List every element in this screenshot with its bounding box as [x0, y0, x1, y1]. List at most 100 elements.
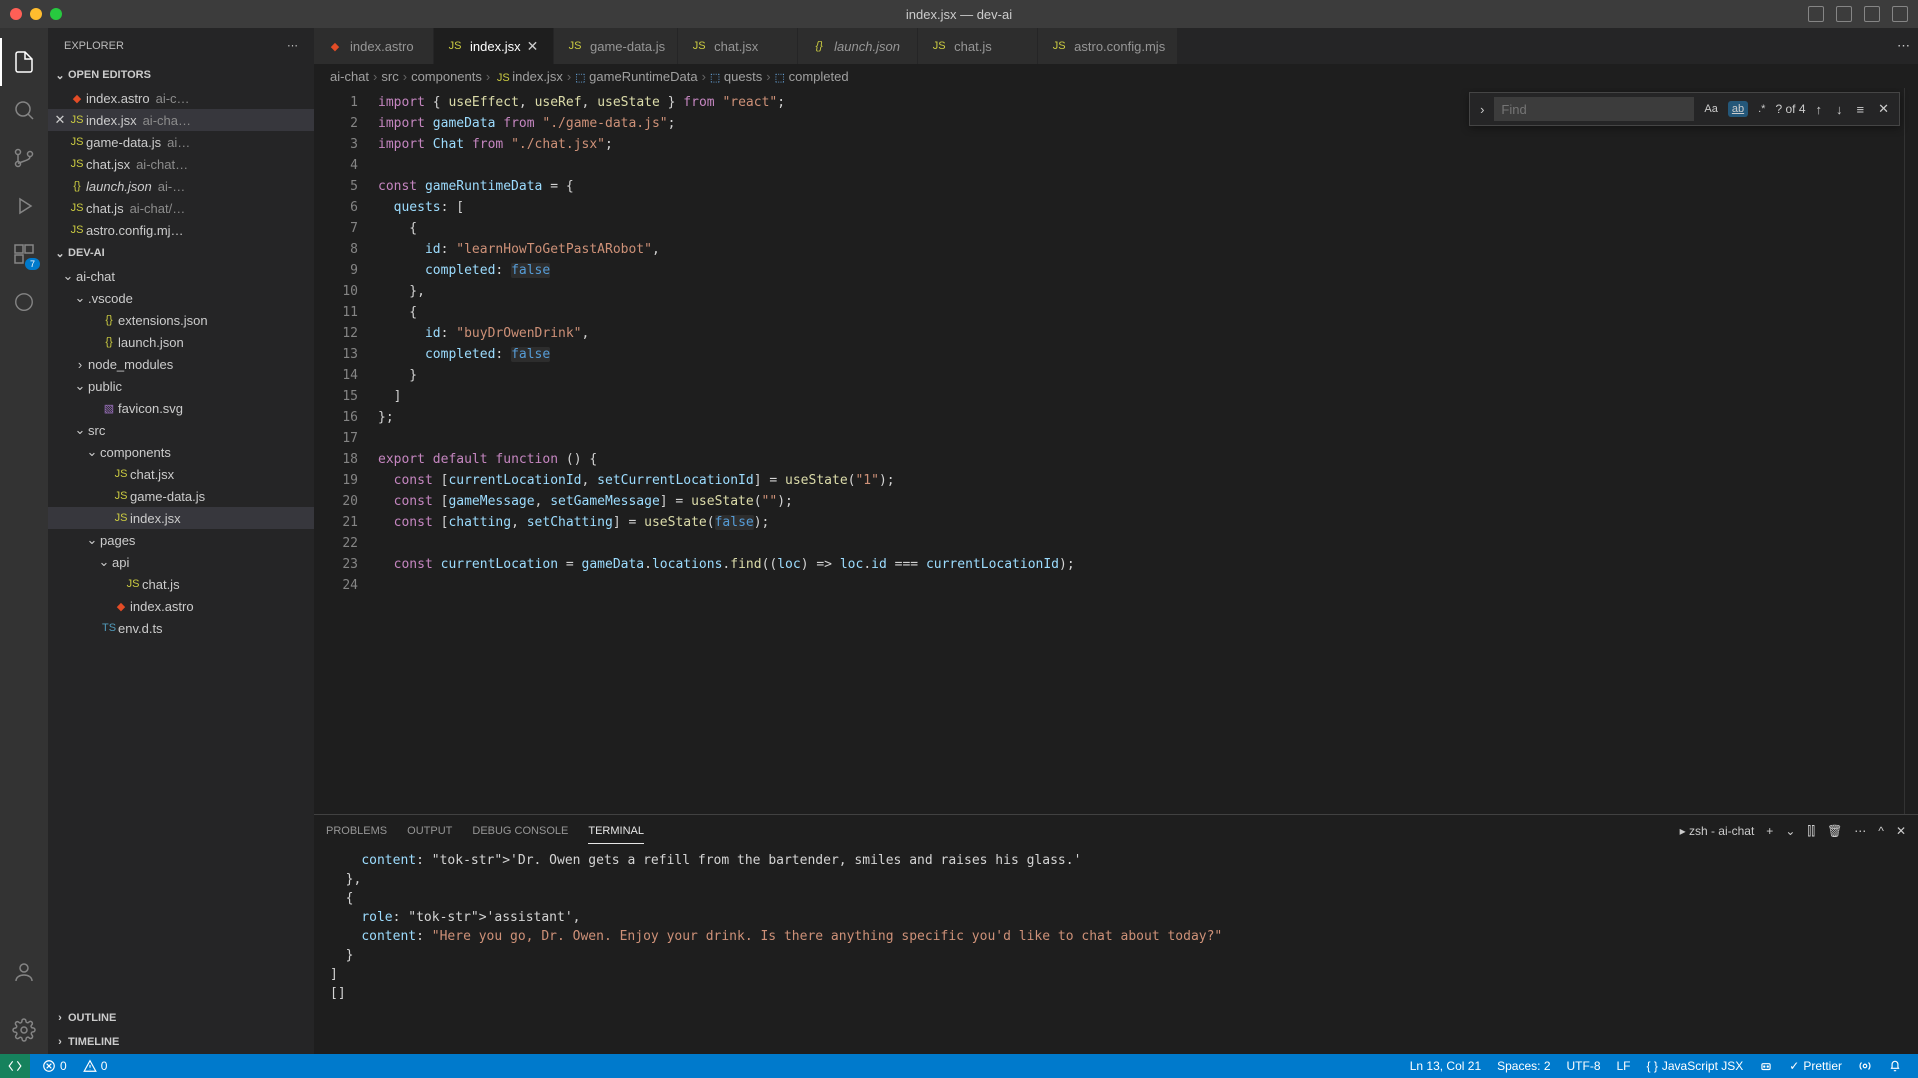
file-tree-item[interactable]: ⌄pages	[48, 529, 314, 551]
accounts-activity[interactable]	[0, 948, 48, 996]
project-header[interactable]: ⌄ DEV-AI	[48, 241, 314, 265]
editor-body[interactable]: 123456789101112131415161718192021222324 …	[314, 88, 1918, 814]
open-editor-item[interactable]: JSastro.config.mj…	[48, 219, 314, 241]
file-tree-item[interactable]: ⌄api	[48, 551, 314, 573]
open-editor-item[interactable]: {}launch.jsonai-…	[48, 175, 314, 197]
timeline-header[interactable]: › TIMELINE	[48, 1030, 314, 1054]
editor-tab[interactable]: {}launch.json	[798, 28, 918, 64]
breadcrumb-item[interactable]: ⬚ completed	[775, 69, 849, 84]
file-tree-item[interactable]: JSchat.js	[48, 573, 314, 595]
edge-activity[interactable]	[0, 278, 48, 326]
find-selection-button[interactable]: ≡	[1853, 102, 1869, 117]
new-terminal-button[interactable]: +	[1766, 824, 1773, 838]
close-window-button[interactable]	[10, 8, 22, 20]
file-tree-item[interactable]: JSchat.jsx	[48, 463, 314, 485]
find-next-button[interactable]: ↓	[1832, 102, 1847, 117]
open-editor-item[interactable]: ✕JSindex.jsxai-cha…	[48, 109, 314, 131]
find-input[interactable]	[1494, 97, 1694, 121]
terminal-shell-button[interactable]: ▸ zsh - ai-chat	[1680, 824, 1755, 838]
minimize-window-button[interactable]	[30, 8, 42, 20]
more-icon[interactable]: ⋯	[287, 39, 298, 52]
file-tree-item[interactable]: TSenv.d.ts	[48, 617, 314, 639]
language-status[interactable]: { } JavaScript JSX	[1639, 1059, 1752, 1073]
match-case-toggle[interactable]: Aa	[1700, 101, 1721, 117]
close-tab-button[interactable]: ✕	[527, 38, 539, 55]
file-tree-item[interactable]: ▧favicon.svg	[48, 397, 314, 419]
file-tree-item[interactable]: ⌄public	[48, 375, 314, 397]
find-prev-button[interactable]: ↑	[1812, 102, 1827, 117]
source-control-activity[interactable]	[0, 134, 48, 182]
close-icon[interactable]: ✕	[52, 112, 68, 128]
editor-tab[interactable]: JSchat.jsx	[678, 28, 798, 64]
open-editor-item[interactable]: JSchat.jsai-chat/…	[48, 197, 314, 219]
breadcrumb-item[interactable]: ⬚ quests	[710, 69, 762, 84]
breadcrumb-item[interactable]: components	[411, 69, 482, 84]
breadcrumb-item[interactable]: ⬚ gameRuntimeData	[575, 69, 697, 84]
debug-activity[interactable]	[0, 182, 48, 230]
chevron-right-icon: ›	[52, 1012, 68, 1024]
warnings-status[interactable]: 0	[75, 1059, 116, 1073]
find-toggle-replace[interactable]: ›	[1476, 102, 1488, 117]
terminal-output[interactable]: content: "tok-str">'Dr. Owen gets a refi…	[314, 847, 1918, 1054]
open-editor-item[interactable]: JSchat.jsxai-chat…	[48, 153, 314, 175]
breadcrumbs[interactable]: ai-chat›src›components›JSindex.jsx›⬚ gam…	[314, 64, 1918, 88]
open-editors-header[interactable]: ⌄ OPEN EDITORS	[48, 63, 314, 87]
panel-tab[interactable]: TERMINAL	[588, 819, 644, 844]
more-icon[interactable]: ⋯	[1897, 38, 1910, 54]
errors-status[interactable]: 0	[34, 1059, 75, 1073]
terminal-dropdown-button[interactable]: ⌄	[1785, 824, 1795, 838]
editor-tab[interactable]: JSindex.jsx✕	[434, 28, 554, 64]
copilot-icon[interactable]	[1751, 1059, 1781, 1073]
prettier-status[interactable]: ✓ Prettier	[1781, 1059, 1850, 1073]
toggle-panel-icon[interactable]	[1808, 6, 1824, 22]
search-activity[interactable]	[0, 86, 48, 134]
eol-status[interactable]: LF	[1609, 1059, 1639, 1073]
cursor-position[interactable]: Ln 13, Col 21	[1402, 1059, 1489, 1073]
editor-tab[interactable]: ◆index.astro	[314, 28, 434, 64]
editor-tab[interactable]: JSchat.js	[918, 28, 1038, 64]
file-tree-item[interactable]: ⌄.vscode	[48, 287, 314, 309]
bell-icon[interactable]	[1880, 1059, 1910, 1073]
more-icon[interactable]: ⋯	[1854, 824, 1866, 838]
split-terminal-button[interactable]: ⫿⫿	[1807, 824, 1815, 839]
outline-header[interactable]: › OUTLINE	[48, 1006, 314, 1030]
file-tree-item[interactable]: ⌄src	[48, 419, 314, 441]
breadcrumb-item[interactable]: src	[381, 69, 398, 84]
remote-button[interactable]	[0, 1054, 30, 1078]
file-tree-item[interactable]: ◆index.astro	[48, 595, 314, 617]
panel-tab[interactable]: DEBUG CONSOLE	[472, 819, 568, 843]
file-tree-item[interactable]: ›node_modules	[48, 353, 314, 375]
toggle-secondary-icon[interactable]	[1864, 6, 1880, 22]
find-close-button[interactable]: ✕	[1874, 101, 1893, 117]
kill-terminal-button[interactable]: 🗑	[1827, 824, 1842, 838]
regex-toggle[interactable]: .*	[1754, 101, 1769, 117]
file-tree-item[interactable]: JSindex.jsx	[48, 507, 314, 529]
file-tree-item[interactable]: {}extensions.json	[48, 309, 314, 331]
panel-tab[interactable]: PROBLEMS	[326, 819, 387, 843]
customize-layout-icon[interactable]	[1892, 6, 1908, 22]
open-editor-item[interactable]: ◆index.astroai-c…	[48, 87, 314, 109]
file-tree-item[interactable]: {}launch.json	[48, 331, 314, 353]
explorer-activity[interactable]	[0, 38, 48, 86]
panel-tab[interactable]: OUTPUT	[407, 819, 452, 843]
maximize-window-button[interactable]	[50, 8, 62, 20]
close-panel-button[interactable]: ✕	[1896, 824, 1906, 838]
editor-tab[interactable]: JSastro.config.mjs	[1038, 28, 1178, 64]
feedback-icon[interactable]	[1850, 1059, 1880, 1073]
toggle-sidebar-icon[interactable]	[1836, 6, 1852, 22]
file-tree-item[interactable]: ⌄components	[48, 441, 314, 463]
breadcrumb-item[interactable]: JSindex.jsx	[494, 69, 563, 84]
code-content[interactable]: import { useEffect, useRef, useState } f…	[378, 88, 1904, 814]
encoding-status[interactable]: UTF-8	[1559, 1059, 1609, 1073]
file-tree-item[interactable]: ⌄ai-chat	[48, 265, 314, 287]
file-tree-item[interactable]: JSgame-data.js	[48, 485, 314, 507]
editor-tab[interactable]: JSgame-data.js	[554, 28, 678, 64]
whole-word-toggle[interactable]: ab	[1728, 101, 1748, 117]
minimap[interactable]	[1904, 88, 1918, 814]
maximize-panel-button[interactable]: ^	[1878, 824, 1884, 838]
open-editor-item[interactable]: JSgame-data.jsai…	[48, 131, 314, 153]
extensions-activity[interactable]: 7	[0, 230, 48, 278]
settings-activity[interactable]	[0, 1006, 48, 1054]
indent-status[interactable]: Spaces: 2	[1489, 1059, 1558, 1073]
breadcrumb-item[interactable]: ai-chat	[330, 69, 369, 84]
